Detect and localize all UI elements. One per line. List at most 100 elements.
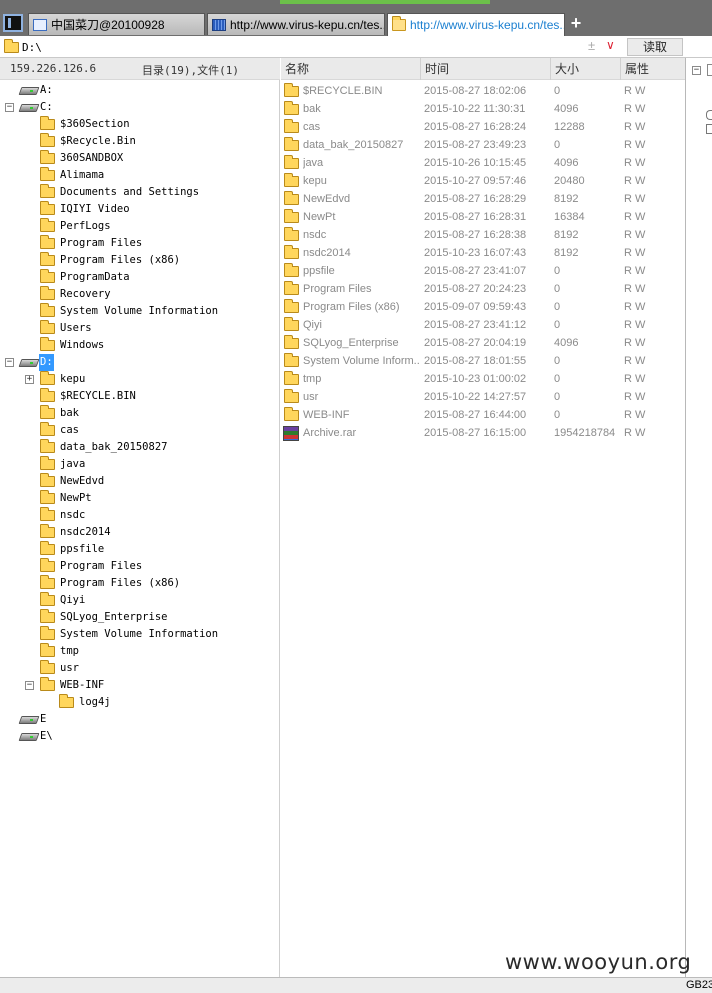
file-row[interactable]: java 2015-10-26 10:15:45 4096 R W xyxy=(281,154,685,172)
tree-node[interactable]: Program Files xyxy=(40,235,270,252)
folder-icon xyxy=(40,609,55,623)
tree-node[interactable]: System Volume Information xyxy=(40,626,270,643)
tree-node[interactable]: Alimama xyxy=(40,167,270,184)
folder-icon xyxy=(40,252,55,266)
folder-icon xyxy=(40,320,55,334)
tab-virus-kepu-1[interactable]: http://www.virus-kepu.cn/tes... xyxy=(207,13,385,35)
file-row[interactable]: nsdc2014 2015-10-23 16:07:43 8192 R W xyxy=(281,244,685,262)
tree-node[interactable]: kepu xyxy=(40,371,270,388)
page-icon xyxy=(33,18,47,31)
file-row[interactable]: NewEdvd 2015-08-27 16:28:29 8192 R W xyxy=(281,190,685,208)
tree-node[interactable]: $Recycle.Bin xyxy=(40,133,270,150)
tree-node-label: Documents and Settings xyxy=(60,186,200,198)
collapse-icon[interactable]: − xyxy=(5,103,14,112)
tree-node[interactable]: Documents and Settings xyxy=(40,184,270,201)
file-row[interactable]: bak 2015-10-22 11:30:31 4096 R W xyxy=(281,100,685,118)
file-row[interactable]: Qiyi 2015-08-27 23:41:12 0 R W xyxy=(281,316,685,334)
collapse-icon[interactable]: − xyxy=(25,681,34,690)
column-header-size[interactable]: 大小 xyxy=(551,58,621,80)
file-attr: R W xyxy=(624,103,646,115)
tree-node[interactable]: $360Section xyxy=(40,116,270,133)
file-row[interactable]: data_bak_20150827 2015-08-27 23:49:23 0 R W xyxy=(281,136,685,154)
tree-node[interactable]: Qiyi xyxy=(40,592,270,609)
expand-icon[interactable]: + xyxy=(25,375,34,384)
column-header-attr[interactable]: 属性 xyxy=(621,58,685,80)
new-tab-button[interactable]: + xyxy=(568,13,584,33)
tree-node[interactable]: E\ xyxy=(20,728,270,745)
tree-node-label: ppsfile xyxy=(60,543,105,555)
tree-node[interactable]: java xyxy=(40,456,270,473)
tree-node[interactable]: System Volume Information xyxy=(40,303,270,320)
file-row[interactable]: Archive.rar 2015-08-27 16:15:00 1954218784… xyxy=(281,424,685,442)
tree-node[interactable]: E xyxy=(20,711,270,728)
tab-caidao[interactable]: 中国菜刀@20100928 xyxy=(28,13,205,35)
file-row[interactable]: WEB-INF 2015-08-27 16:44:00 0 R W xyxy=(281,406,685,424)
collapse-icon[interactable]: − xyxy=(5,358,14,367)
tree-node[interactable]: D: xyxy=(20,354,270,371)
tree-node[interactable]: Program Files (x86) xyxy=(40,575,270,592)
collapse-icon[interactable]: − xyxy=(692,66,701,75)
folder-icon xyxy=(40,286,55,300)
tree-node[interactable]: Windows xyxy=(40,337,270,354)
tree-node[interactable]: Program Files (x86) xyxy=(40,252,270,269)
folder-icon xyxy=(284,299,299,313)
tree-node[interactable]: 360SANDBOX xyxy=(40,150,270,167)
tree-node[interactable]: cas xyxy=(40,422,270,439)
folder-icon xyxy=(40,269,55,283)
tree-node[interactable]: nsdc2014 xyxy=(40,524,270,541)
tab-virus-kepu-2[interactable]: http://www.virus-kepu.cn/tes... xyxy=(387,13,565,36)
file-row[interactable]: nsdc 2015-08-27 16:28:38 8192 R W xyxy=(281,226,685,244)
tree-node[interactable]: C: xyxy=(20,99,270,116)
tab-title: http://www.virus-kepu.cn/tes... xyxy=(410,18,565,32)
tree-node[interactable]: Program Files xyxy=(40,558,270,575)
path-dropdown-icon[interactable]: ∨ xyxy=(606,38,615,52)
tree-node[interactable]: data_bak_20150827 xyxy=(40,439,270,456)
tree-node[interactable]: A: xyxy=(20,82,270,99)
column-header-time[interactable]: 时间 xyxy=(421,58,551,80)
file-row[interactable]: kepu 2015-10-27 09:57:46 20480 R W xyxy=(281,172,685,190)
folder-icon xyxy=(284,173,299,187)
tree-node[interactable]: tmp xyxy=(40,643,270,660)
sidebar-toggle-icon[interactable] xyxy=(3,14,23,32)
tree-node[interactable]: ppsfile xyxy=(40,541,270,558)
tree-node[interactable]: WEB-INF xyxy=(40,677,270,694)
tree-node[interactable]: NewEdvd xyxy=(40,473,270,490)
file-attr: R W xyxy=(624,319,646,331)
folder-icon xyxy=(284,263,299,277)
folder-icon xyxy=(40,405,55,419)
file-row[interactable]: NewPt 2015-08-27 16:28:31 16384 R W xyxy=(281,208,685,226)
tree-node[interactable]: IQIYI Video xyxy=(40,201,270,218)
tree-node[interactable]: Users xyxy=(40,320,270,337)
file-size: 0 xyxy=(554,319,561,331)
file-row[interactable]: Program Files (x86) 2015-09-07 09:59:43 0 R… xyxy=(281,298,685,316)
read-button[interactable]: 读取 xyxy=(627,38,683,56)
tree-node[interactable]: bak xyxy=(40,405,270,422)
tree-node[interactable]: PerfLogs xyxy=(40,218,270,235)
file-attr: R W xyxy=(624,229,646,241)
path-input[interactable] xyxy=(22,39,622,56)
file-row[interactable]: usr 2015-10-22 14:27:57 0 R W xyxy=(281,388,685,406)
column-header-name[interactable]: 名称 xyxy=(281,58,421,80)
folder-icon xyxy=(284,335,299,349)
file-row[interactable]: Program Files 2015-08-27 20:24:23 0 R W xyxy=(281,280,685,298)
tree-node[interactable]: $RECYCLE.BIN xyxy=(40,388,270,405)
tree-node[interactable]: nsdc xyxy=(40,507,270,524)
file-row[interactable]: ppsfile 2015-08-27 23:41:07 0 R W xyxy=(281,262,685,280)
file-row[interactable]: tmp 2015-10-23 01:00:02 0 R W xyxy=(281,370,685,388)
tree-node[interactable]: usr xyxy=(40,660,270,677)
tree-node-label: nsdc2014 xyxy=(60,526,111,538)
file-size: 4096 xyxy=(554,337,579,349)
tree-node[interactable]: Recovery xyxy=(40,286,270,303)
file-row[interactable]: System Volume Inform... 2015-08-27 18:01:… xyxy=(281,352,685,370)
tree-node[interactable]: NewPt xyxy=(40,490,270,507)
drive-icon xyxy=(20,102,37,112)
tree-node[interactable]: SQLyog_Enterprise xyxy=(40,609,270,626)
file-time: 2015-08-27 23:41:12 xyxy=(424,319,527,331)
file-row[interactable]: cas 2015-08-27 16:28:24 12288 R W xyxy=(281,118,685,136)
tree-node[interactable]: ProgramData xyxy=(40,269,270,286)
tree-node[interactable]: log4j xyxy=(59,694,270,711)
file-size: 0 xyxy=(554,373,561,385)
file-row[interactable]: $RECYCLE.BIN 2015-08-27 18:02:06 0 R W xyxy=(281,82,685,100)
path-plus-icon[interactable]: ± xyxy=(588,38,595,53)
file-row[interactable]: SQLyog_Enterprise 2015-08-27 20:04:19 4096… xyxy=(281,334,685,352)
